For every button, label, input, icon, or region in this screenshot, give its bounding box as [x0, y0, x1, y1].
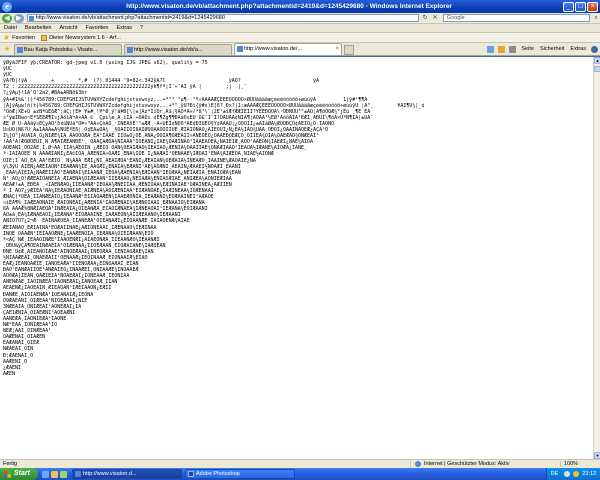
print-icon[interactable]: [509, 45, 517, 53]
stop-icon[interactable]: ✕: [431, 14, 439, 22]
scroll-up-icon[interactable]: ▲: [594, 57, 600, 64]
folder-icon: [41, 34, 48, 41]
minimize-button[interactable]: _: [563, 1, 574, 12]
start-button[interactable]: Start: [0, 468, 38, 480]
page-icon: [28, 16, 34, 21]
command-bar: Seite Sicherheit Extras: [485, 43, 600, 55]
tab-3-label: http://www.visaton.de/...: [244, 46, 303, 52]
favorites-star-icon[interactable]: ★: [3, 33, 10, 42]
clock: 23:12: [582, 471, 596, 477]
help-icon[interactable]: [591, 45, 598, 53]
favorites-button[interactable]: Favoriten: [12, 35, 35, 41]
address-url: http://www.visaton.de/vb/attachment.php?…: [35, 15, 225, 21]
favorites-item-label: Dieter Newsrystem 1.6 - Arf...: [49, 34, 121, 41]
ie-quicklaunch-icon[interactable]: [42, 470, 49, 478]
window-title: http://www.visaton.de/vb/attachment.php?…: [126, 3, 452, 10]
speaker-icon[interactable]: [573, 471, 580, 477]
zoom-level[interactable]: 100%: [560, 461, 600, 467]
maximize-button[interactable]: □: [575, 1, 586, 12]
refresh-icon[interactable]: ↻: [421, 14, 429, 22]
system-tray: DE 23:12: [545, 468, 600, 480]
favorites-bar: ★ Favoriten Dieter Newsrystem 1.6 - Arf.…: [0, 33, 600, 43]
menu-file[interactable]: Datei: [0, 25, 21, 31]
search-icon[interactable]: ⌕: [592, 14, 600, 22]
security-zone-label: Internet | Geschützter Modus: Aktiv: [424, 461, 510, 467]
ie-task-icon: [75, 471, 81, 477]
tab-page-icon: [127, 47, 133, 53]
taskbar: Start http://www.visaton.d... Adobe Phot…: [0, 468, 600, 480]
network-icon[interactable]: [564, 471, 571, 477]
security-zone: Internet | Geschützter Modus: Aktiv: [410, 461, 560, 467]
close-button[interactable]: ×: [587, 1, 598, 12]
photoshop-task-icon: [188, 471, 194, 477]
favorites-center-icon[interactable]: ★: [2, 45, 12, 55]
window-titlebar[interactable]: e http://www.visaton.de/vb/attachment.ph…: [0, 0, 600, 13]
address-row: ◀ ▶ http://www.visaton.de/vb/attachment.…: [0, 13, 600, 24]
menu-favorites[interactable]: Favoriten: [82, 25, 113, 31]
tab-row: ★ Bau Katja Potodoku - Visato... http://…: [0, 43, 600, 56]
menu-tools[interactable]: Extras: [112, 25, 136, 31]
taskbar-item-label: Adobe Photoshop: [196, 471, 240, 477]
home-icon[interactable]: [487, 45, 495, 53]
quick-launch: [42, 470, 69, 478]
favorites-item[interactable]: Dieter Newsrystem 1.6 - Arf...: [41, 34, 121, 41]
forward-button[interactable]: ▶: [13, 13, 24, 23]
new-tab-button[interactable]: [344, 45, 354, 55]
language-indicator[interactable]: DE: [551, 471, 559, 477]
menu-bar: Datei Bearbeiten Ansicht Favoriten Extra…: [0, 24, 600, 33]
taskbar-item-label: http://www.visaton.d...: [83, 471, 137, 477]
page-content[interactable]: ÿØÿàJFIF ÿþ;CREATOR: gd-jpeg v1.0 (using…: [0, 57, 593, 459]
vertical-scrollbar[interactable]: ▲ ▼: [593, 57, 600, 459]
explorer-quicklaunch-icon[interactable]: [51, 470, 58, 478]
desktop-quicklaunch-icon[interactable]: [60, 470, 67, 478]
menu-view[interactable]: Ansicht: [55, 25, 81, 31]
tab-page-icon: [17, 47, 23, 53]
tab-1-label: Bau Katja Potodoku - Visato...: [24, 47, 98, 53]
security-menu[interactable]: Sicherheit: [540, 46, 564, 52]
ie-logo-icon: e: [2, 1, 12, 12]
tab-2[interactable]: http://www.visaton.de/vb/a...: [124, 44, 232, 55]
start-label: Start: [14, 470, 30, 477]
page-menu[interactable]: Seite: [521, 46, 534, 52]
scroll-down-icon[interactable]: ▼: [594, 452, 600, 459]
feeds-icon[interactable]: [498, 45, 506, 53]
tab-2-label: http://www.visaton.de/vb/a...: [134, 47, 203, 53]
menu-edit[interactable]: Bearbeiten: [21, 25, 56, 31]
windows-flag-icon: [4, 470, 11, 478]
globe-icon: [415, 461, 421, 467]
tools-menu[interactable]: Extras: [570, 46, 586, 52]
taskbar-item-browser[interactable]: http://www.visaton.d...: [72, 469, 182, 479]
scroll-thumb[interactable]: [594, 66, 600, 72]
tab-close-icon[interactable]: ×: [335, 44, 339, 54]
tab-1[interactable]: Bau Katja Potodoku - Visato...: [14, 44, 122, 55]
tab-3-active[interactable]: http://www.visaton.de/... ×: [234, 43, 342, 55]
address-bar[interactable]: http://www.visaton.de/vb/attachment.php?…: [26, 14, 420, 22]
back-button[interactable]: ◀: [2, 13, 12, 23]
content-line: ÂÆÈÑ: [3, 370, 16, 377]
taskbar-item-photoshop[interactable]: Adobe Photoshop: [185, 469, 295, 479]
search-input[interactable]: Google: [442, 14, 591, 22]
status-text: Fertig: [3, 461, 18, 467]
tab-page-icon: [237, 46, 243, 52]
menu-help[interactable]: ?: [136, 25, 147, 31]
status-bar: Fertig Internet | Geschützter Modus: Akt…: [0, 459, 600, 468]
